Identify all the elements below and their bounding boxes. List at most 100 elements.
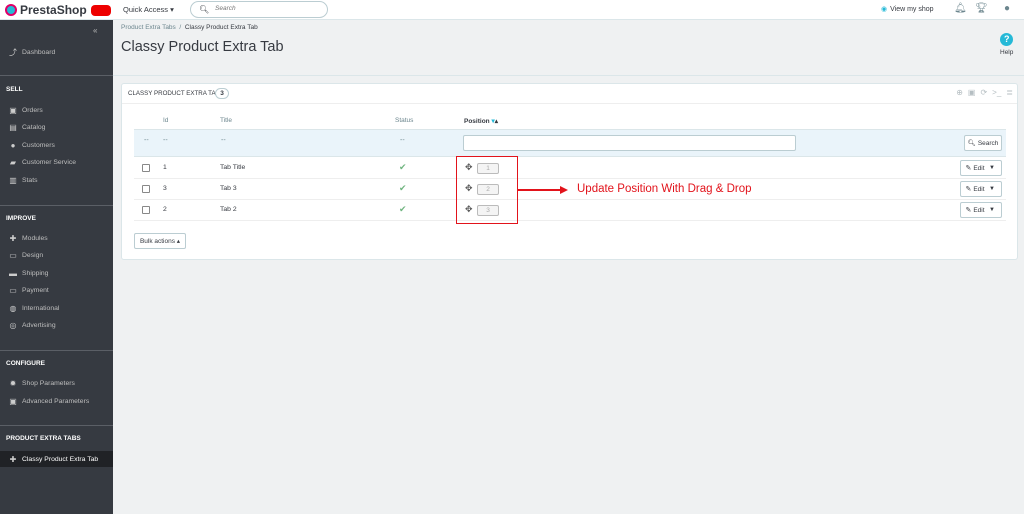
puzzle-icon: ✚ <box>9 454 17 464</box>
account-circle-icon: ● <box>10 140 16 150</box>
filter-placeholder: -- <box>144 137 149 144</box>
notifications-bell-icon[interactable]: 🔔︎ <box>954 3 967 14</box>
row-checkbox[interactable] <box>142 206 150 214</box>
sidebar-item-stats[interactable]: ▥ Stats <box>0 172 113 188</box>
sidebar-item-label: Stats <box>22 176 38 184</box>
sidebar-item-design[interactable]: ▭ Design <box>0 247 113 263</box>
edit-label: Edit <box>973 164 985 172</box>
caret-up-icon: ▴ <box>176 238 181 245</box>
sidebar-item-label: Customers <box>22 141 55 149</box>
sidebar-item-international[interactable]: ◍ International <box>0 300 113 316</box>
panel-header: CLASSY PRODUCT EXTRA TAB 3 ⊕ ▣ ⟳ >_ ≣ <box>122 84 1017 104</box>
sidebar-item-orders[interactable]: ▣ Orders <box>0 102 113 118</box>
row-checkbox[interactable] <box>142 185 150 193</box>
truck-icon: ▬ <box>9 268 17 278</box>
sidebar-item-customers[interactable]: ● Customers <box>0 137 113 153</box>
globe-icon: ◍ <box>9 303 17 313</box>
page-title: Classy Product Extra Tab <box>121 39 284 55</box>
sidebar-item-shop-parameters[interactable]: ✹ Shop Parameters <box>0 375 113 391</box>
filter-id-placeholder: -- <box>163 137 168 144</box>
status-enabled-icon[interactable]: ✔ <box>399 183 407 194</box>
position-filter-input[interactable] <box>463 135 796 151</box>
sidebar-item-label: Dashboard <box>22 48 56 56</box>
column-header-status[interactable]: Status <box>395 117 413 124</box>
header-divider <box>113 75 1024 76</box>
sidebar-section-sell: SELL <box>6 86 23 93</box>
sidebar-divider <box>0 350 113 351</box>
sidebar-item-dashboard[interactable]: ⤴ Dashboard <box>0 44 113 60</box>
sidebar-item-modules[interactable]: ✚ Modules <box>0 230 113 246</box>
credit-card-icon: ▭ <box>9 285 17 295</box>
sidebar-section-configure: CONFIGURE <box>6 360 45 367</box>
view-my-shop-link[interactable]: ◉ View my shop <box>881 5 934 13</box>
annotation-highlight-box <box>456 156 518 224</box>
collapse-sidebar-icon[interactable]: « <box>93 26 97 35</box>
record-count-badge: 3 <box>215 88 229 99</box>
bulk-actions-button[interactable]: Bulk actions ▴ <box>134 233 186 249</box>
sort-asc-icon[interactable]: ▴ <box>495 118 498 125</box>
help-label: Help <box>1000 49 1014 56</box>
prestashop-logo-icon <box>5 4 17 16</box>
list-panel: CLASSY PRODUCT EXTRA TAB 3 ⊕ ▣ ⟳ >_ ≣ Id… <box>121 83 1018 260</box>
prestashop-logo[interactable]: PrestaShop <box>5 3 111 17</box>
sidebar-item-payment[interactable]: ▭ Payment <box>0 282 113 298</box>
target-icon: ◎ <box>9 320 17 330</box>
row-title: Tab 2 <box>220 206 237 213</box>
add-new-icon[interactable]: ⊕ <box>956 88 963 97</box>
refresh-icon[interactable]: ⟳ <box>980 88 987 97</box>
redacted-badge <box>90 4 111 16</box>
sidebar-item-customer-service[interactable]: ▰ Customer Service <box>0 154 113 170</box>
database-icon[interactable]: ≣ <box>1006 88 1013 97</box>
sidebar-item-label: Shop Parameters <box>22 379 75 387</box>
row-title: Tab Title <box>220 164 246 171</box>
table-row[interactable]: 2 Tab 2 ✔ ✥ 3 ✎ Edit ▼ <box>134 200 1006 221</box>
table-row[interactable]: 1 Tab Title ✔ ✥ 1 ✎ Edit ▼ <box>134 158 1006 179</box>
search-input[interactable] <box>215 5 315 12</box>
caret-down-icon[interactable]: ▼ <box>989 186 995 192</box>
sidebar-item-catalog[interactable]: ▤ Catalog <box>0 119 113 135</box>
sidebar-item-advertising[interactable]: ◎ Advertising <box>0 317 113 333</box>
quick-access-dropdown[interactable]: Quick Access ▾ <box>123 5 174 14</box>
sidebar-item-label: Design <box>22 251 44 259</box>
sidebar-divider <box>0 425 113 426</box>
status-enabled-icon[interactable]: ✔ <box>399 162 407 173</box>
bulk-actions-label: Bulk actions <box>139 237 175 245</box>
sidebar-item-label: Shipping <box>22 269 49 277</box>
pencil-icon: ✎ <box>965 186 972 193</box>
eye-icon: ◉ <box>881 6 888 13</box>
sidebar-item-label: Orders <box>22 106 43 114</box>
breadcrumb-current: Classy Product Extra Tab <box>184 24 258 31</box>
edit-button[interactable]: ✎ Edit ▼ <box>960 160 1002 176</box>
table-row[interactable]: 3 Tab 3 ✔ ✥ 2 ✎ Edit ▼ <box>134 179 1006 200</box>
export-icon[interactable]: ▣ <box>968 88 976 97</box>
sidebar-divider <box>0 75 113 76</box>
top-bar: PrestaShop Quick Access ▾ 🔍︎ ◉View my sh… <box>0 0 1024 20</box>
column-header-title[interactable]: Title <box>220 117 232 124</box>
search-button[interactable]: 🔍︎ Search <box>964 135 1002 151</box>
annotation-arrow-head-icon <box>560 186 568 194</box>
help-button[interactable]: ? Help <box>1000 33 1013 56</box>
position-header-label: Position <box>464 118 490 125</box>
status-enabled-icon[interactable]: ✔ <box>399 204 407 215</box>
edit-button[interactable]: ✎ Edit ▼ <box>960 181 1002 197</box>
sidebar-item-classy-product-extra-tab[interactable]: ✚ Classy Product Extra Tab <box>0 451 113 467</box>
user-account-icon[interactable]: ● <box>1004 3 1010 14</box>
annotation-arrow-line <box>518 189 562 191</box>
sidebar-item-shipping[interactable]: ▬ Shipping <box>0 265 113 281</box>
search-box[interactable]: 🔍︎ <box>190 1 328 18</box>
row-checkbox[interactable] <box>142 164 150 172</box>
sql-query-icon[interactable]: >_ <box>992 88 1001 97</box>
caret-down-icon[interactable]: ▼ <box>989 165 995 171</box>
sidebar-item-advanced-parameters[interactable]: ▣ Advanced Parameters <box>0 393 113 409</box>
breadcrumb-parent-link[interactable]: Product Extra Tabs <box>121 24 176 31</box>
column-header-position[interactable]: Position ▾▴ <box>464 117 498 125</box>
trophy-icon[interactable]: 🏆︎ <box>975 3 988 14</box>
column-header-id[interactable]: Id <box>163 117 168 124</box>
sidebar-divider <box>0 205 113 206</box>
search-icon[interactable]: 🔍︎ <box>199 5 209 14</box>
sidebar-item-label: Classy Product Extra Tab <box>22 455 99 463</box>
edit-button[interactable]: ✎ Edit ▼ <box>960 202 1002 218</box>
filter-status-placeholder: -- <box>400 137 405 144</box>
caret-down-icon[interactable]: ▼ <box>989 207 995 213</box>
sidebar-item-label: Catalog <box>22 123 46 131</box>
